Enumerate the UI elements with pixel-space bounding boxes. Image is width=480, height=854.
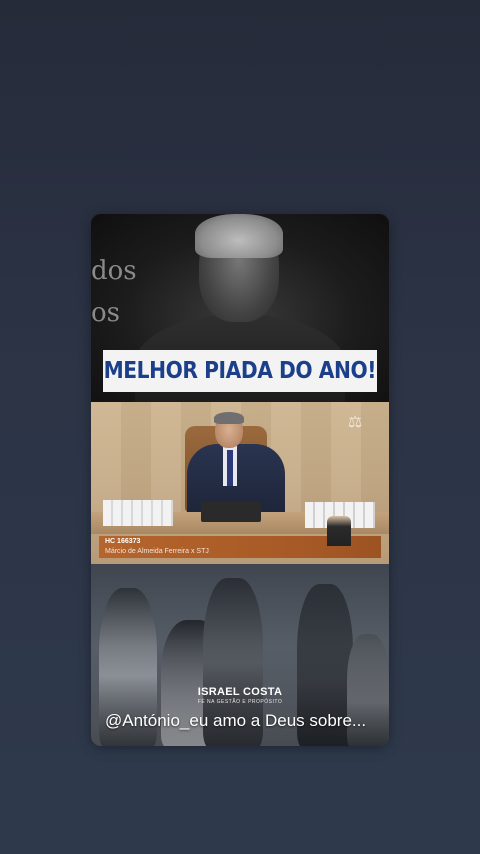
headline-text: MELHOR PIADA DO ANO! — [103, 358, 377, 384]
case-number: HC 166373 — [105, 538, 141, 545]
background-word-2: os — [91, 298, 120, 328]
video-caption[interactable]: @António_eu amo a Deus sobre... — [105, 710, 385, 732]
brand-name: ISRAEL COSTA — [197, 686, 283, 698]
brand-tagline: FÉ NA GESTÃO E PROPÓSITO — [197, 699, 283, 705]
background-word-1: dos — [91, 256, 137, 286]
background-text: dos os — [91, 250, 137, 334]
laptop — [201, 502, 261, 522]
broadcast-logo-icon: ⚖ — [347, 414, 363, 431]
judge-hair — [214, 412, 244, 424]
top-video-frame: dos os MELHOR PIADA DO ANO! — [91, 214, 389, 402]
court-video-frame: ⚖ HC 166373 Márcio de Almeida Ferreira x… — [91, 402, 389, 564]
video-card[interactable]: dos os MELHOR PIADA DO ANO! ⚖ HC 166373 … — [91, 214, 389, 746]
books-left — [103, 500, 173, 526]
speaker-hair — [195, 214, 283, 258]
brand-watermark: ISRAEL COSTA FÉ NA GESTÃO E PROPÓSITO — [91, 686, 389, 705]
headline-banner: MELHOR PIADA DO ANO! — [103, 350, 377, 392]
case-parties: Márcio de Almeida Ferreira x STJ — [105, 548, 209, 555]
judge-tie — [227, 450, 233, 486]
sign-language-interpreter — [327, 516, 351, 546]
